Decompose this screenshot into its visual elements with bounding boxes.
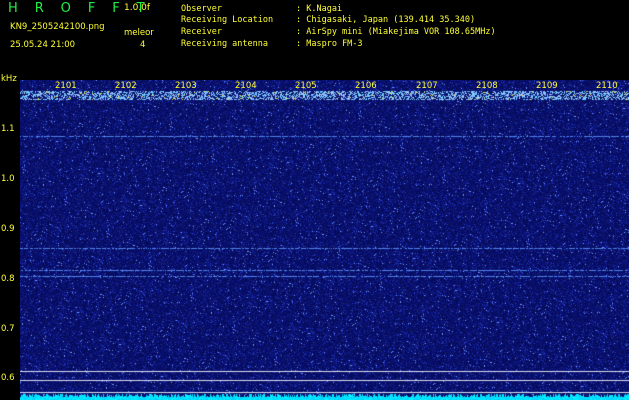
timestamp: 25.05.24 21:00 bbox=[10, 40, 76, 50]
y-tick-0-9: 0.9 bbox=[1, 224, 15, 234]
location-label: Receiving Location bbox=[181, 15, 274, 25]
location-value: : Chigasaki, Japan (139.414 35.340) bbox=[296, 15, 476, 25]
y-tick-1-0: 1.0 bbox=[1, 174, 15, 184]
app-version: 1.0.0f bbox=[124, 3, 151, 13]
x-tick-2102: 2102 bbox=[115, 81, 137, 91]
mode-label: meleor bbox=[124, 28, 154, 38]
observer-label: Observer bbox=[181, 4, 222, 14]
x-tick-2104: 2104 bbox=[235, 81, 257, 91]
antenna-value: : Maspro FM-3 bbox=[296, 39, 363, 49]
y-tick-1-1: 1.1 bbox=[1, 124, 15, 134]
observer-value: : K.Nagai bbox=[296, 4, 343, 14]
receiver-value: : AirSpy mini (Miakejima VOR 108.65MHz) bbox=[296, 27, 496, 37]
file-name: KN9_2505242100.png bbox=[10, 22, 105, 32]
y-tick-0-8: 0.8 bbox=[1, 274, 15, 284]
antenna-label: Receiving antenna bbox=[181, 39, 268, 49]
x-tick-2108: 2108 bbox=[476, 81, 498, 91]
x-tick-2101: 2101 bbox=[55, 81, 77, 91]
y-tick-0-7: 0.7 bbox=[1, 324, 15, 334]
spectrogram-canvas bbox=[20, 80, 629, 400]
hrofft-window: H R O F F T 1.0.0f KN9_2505242100.png me… bbox=[0, 0, 629, 400]
y-tick-0-6: 0.6 bbox=[1, 373, 15, 383]
x-tick-2107: 2107 bbox=[416, 81, 438, 91]
receiver-label: Receiver bbox=[181, 27, 222, 37]
x-tick-2106: 2106 bbox=[355, 81, 377, 91]
x-tick-2103: 2103 bbox=[175, 81, 197, 91]
x-tick-2105: 2105 bbox=[295, 81, 317, 91]
y-axis-unit: kHz bbox=[1, 74, 17, 84]
x-tick-2109: 2109 bbox=[536, 81, 558, 91]
x-tick-2110: 2110 bbox=[596, 81, 618, 91]
mode-value: 4 bbox=[140, 40, 146, 50]
